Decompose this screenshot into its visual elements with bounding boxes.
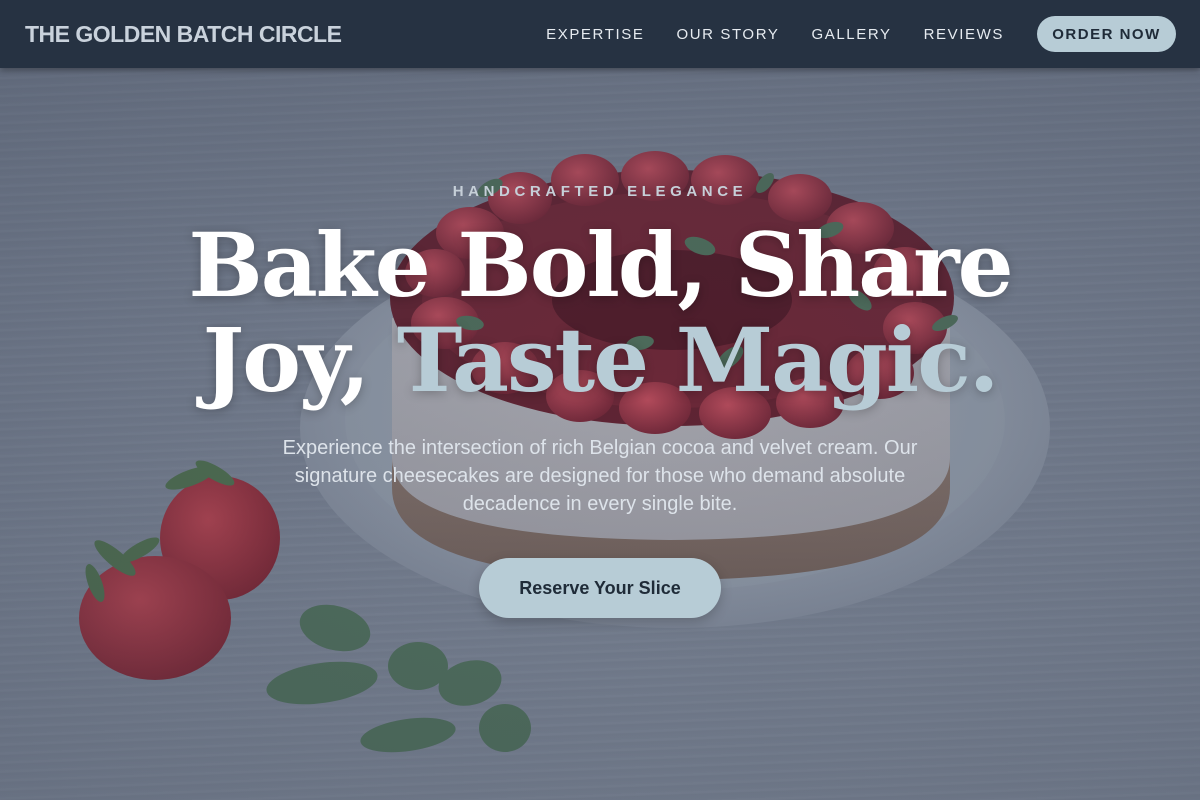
site-header: THE GOLDEN BATCH CIRCLE EXPERTISE OUR ST…	[0, 0, 1200, 68]
reserve-slice-button[interactable]: Reserve Your Slice	[479, 558, 721, 618]
nav-link-reviews[interactable]: REVIEWS	[924, 26, 1004, 43]
hero-section: HANDCRAFTED ELEGANCE Bake Bold, Share Jo…	[0, 68, 1200, 800]
nav-link-expertise[interactable]: EXPERTISE	[546, 26, 644, 43]
brand-logo-text[interactable]: THE GOLDEN BATCH CIRCLE	[25, 21, 342, 48]
main-nav: EXPERTISE OUR STORY GALLERY REVIEWS	[546, 26, 1004, 43]
headline-line-2-plain: Joy,	[202, 308, 397, 412]
nav-link-gallery[interactable]: GALLERY	[811, 26, 891, 43]
hero-eyebrow: HANDCRAFTED ELEGANCE	[452, 183, 748, 200]
hero-content: HANDCRAFTED ELEGANCE Bake Bold, Share Jo…	[0, 68, 1200, 800]
headline-line-1: Bake Bold, Share	[188, 213, 1013, 317]
hero-headline: Bake Bold, Share Joy, Taste Magic.	[0, 218, 1200, 408]
nav-link-our-story[interactable]: OUR STORY	[676, 26, 779, 43]
order-now-button[interactable]: ORDER NOW	[1037, 16, 1176, 52]
headline-line-2-accent: Taste Magic.	[396, 308, 1000, 412]
hero-description: Experience the intersection of rich Belg…	[282, 437, 918, 515]
